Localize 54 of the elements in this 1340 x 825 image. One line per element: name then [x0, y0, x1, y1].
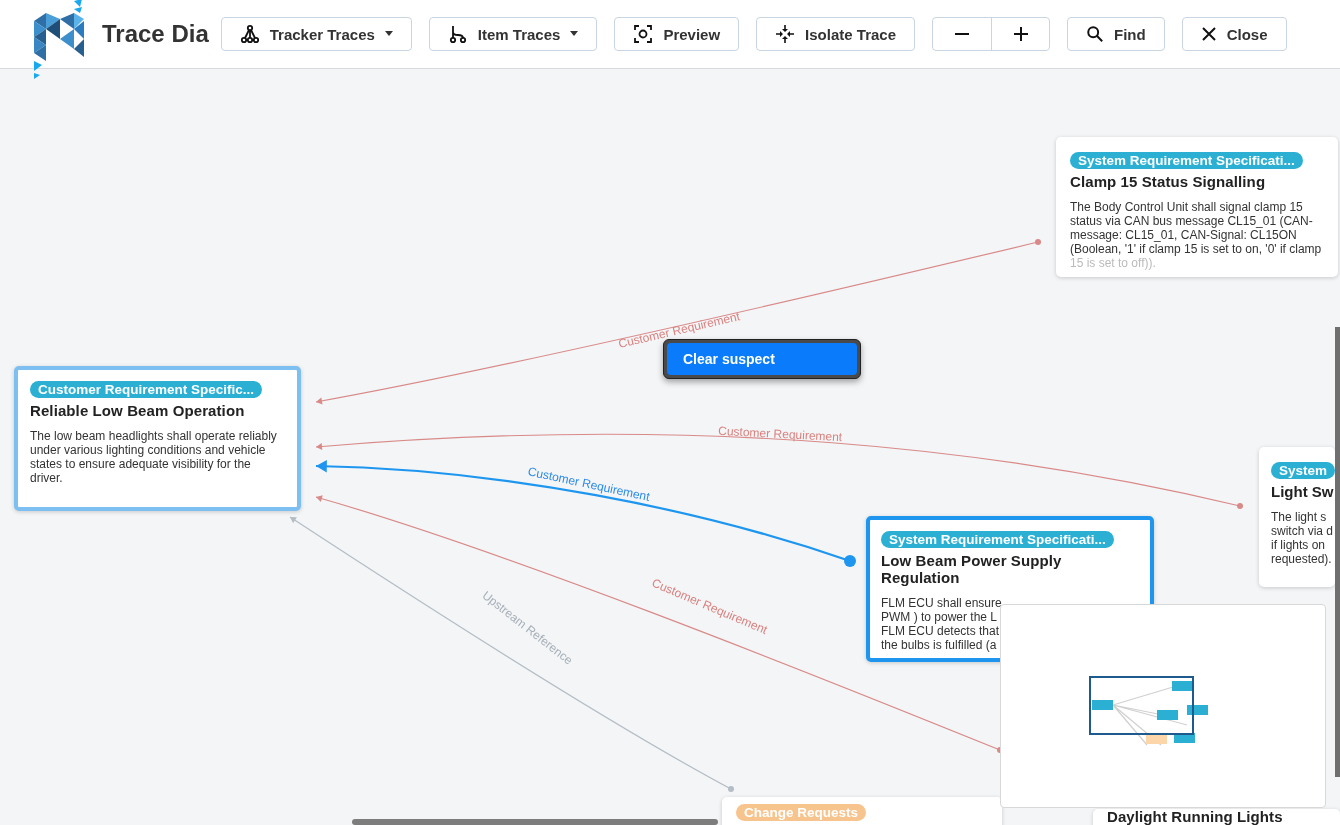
description-line: status via CAN bus message CL15_01 (CAN-	[1070, 214, 1314, 228]
description-line: switch via d	[1271, 524, 1335, 538]
node-title: Clamp 15 Status Signalling	[1070, 173, 1267, 190]
tracker-tag: Customer Requirement Specific...	[30, 381, 263, 398]
horizontal-scrollbar[interactable]	[352, 819, 718, 825]
description-line: FLM ECU shall ensure	[881, 596, 1003, 610]
toolbar-button[interactable]: Isolate Trace	[756, 17, 915, 51]
caret-icon	[570, 31, 579, 37]
description-line: The light s	[1271, 510, 1328, 524]
node-title: Reliable Low Beam Operation	[30, 402, 246, 419]
app-title: Trace Dia	[102, 20, 209, 48]
tracker-tag: System Requirement Specificati...	[881, 531, 1114, 548]
trace-node-card[interactable]	[14, 366, 301, 511]
menu-item[interactable]: Clear suspect	[667, 343, 857, 375]
tracker-tag: Change Requests	[736, 804, 867, 821]
trace-node-card[interactable]	[1056, 137, 1338, 277]
vertical-scrollbar[interactable]	[1335, 327, 1340, 777]
tracker-tag: System Requirement Specificati...	[1070, 152, 1303, 169]
trace-node-card[interactable]: System Light Sw The light s switch via d if lights on requested).	[1259, 447, 1335, 587]
trace-edge[interactable]	[315, 459, 856, 567]
description-line: states to ensure adequate visibility for the	[30, 457, 252, 471]
description-line: requested).	[1271, 552, 1333, 566]
trace-edge[interactable]	[315, 239, 1041, 405]
description-line: The Body Control Unit shall signal clamp 15	[1070, 200, 1304, 214]
description-line: (Boolean, '1' if clamp 15 is set to on, '0' if clamp	[1070, 242, 1323, 256]
hierarchy-icon	[239, 24, 260, 44]
toolbar-button[interactable]: Close	[1181, 17, 1287, 51]
description-line: if lights on	[1271, 538, 1327, 552]
description-line: FLM ECU detects that	[881, 624, 1001, 638]
close-icon	[1200, 26, 1217, 42]
branch-icon	[447, 24, 468, 44]
description-line: PWM ) to power the L	[881, 610, 999, 624]
dropdown-button[interactable]: Item Traces	[428, 17, 598, 51]
description-line: driver.	[30, 471, 64, 485]
node-title: Light Sw	[1271, 483, 1335, 500]
node-title: Low Beam Power Supply Regulation	[881, 552, 1063, 586]
description-line: The low beam headlights shall operate reliably	[30, 429, 278, 443]
collapse-arrows-icon	[775, 24, 796, 44]
edge-label: Customer Requirement	[717, 423, 843, 445]
toolbar-button[interactable]: Preview	[614, 17, 740, 51]
search-icon	[1086, 25, 1104, 43]
minus-icon	[955, 33, 969, 35]
plus-icon	[1012, 26, 1029, 42]
trace-node-card[interactable]: Daylight Running Lights	[1093, 809, 1340, 825]
node-title: Daylight Running Lights	[1107, 810, 1284, 824]
tracker-tag: System	[1271, 462, 1335, 479]
description-line: 15 is set to off)).	[1070, 256, 1157, 270]
dropdown-button[interactable]: Tracker Traces	[220, 17, 412, 51]
toolbar-button[interactable]: Find	[1067, 17, 1165, 51]
description-line: message: CL15_01, CAN-Signal: CL15ON	[1070, 228, 1298, 242]
focus-icon	[633, 24, 654, 44]
caret-icon	[384, 31, 393, 37]
description-line: the bulbs is fulfilled (a	[881, 638, 998, 652]
description-line: under various lighting conditions and vehicle	[30, 443, 267, 457]
